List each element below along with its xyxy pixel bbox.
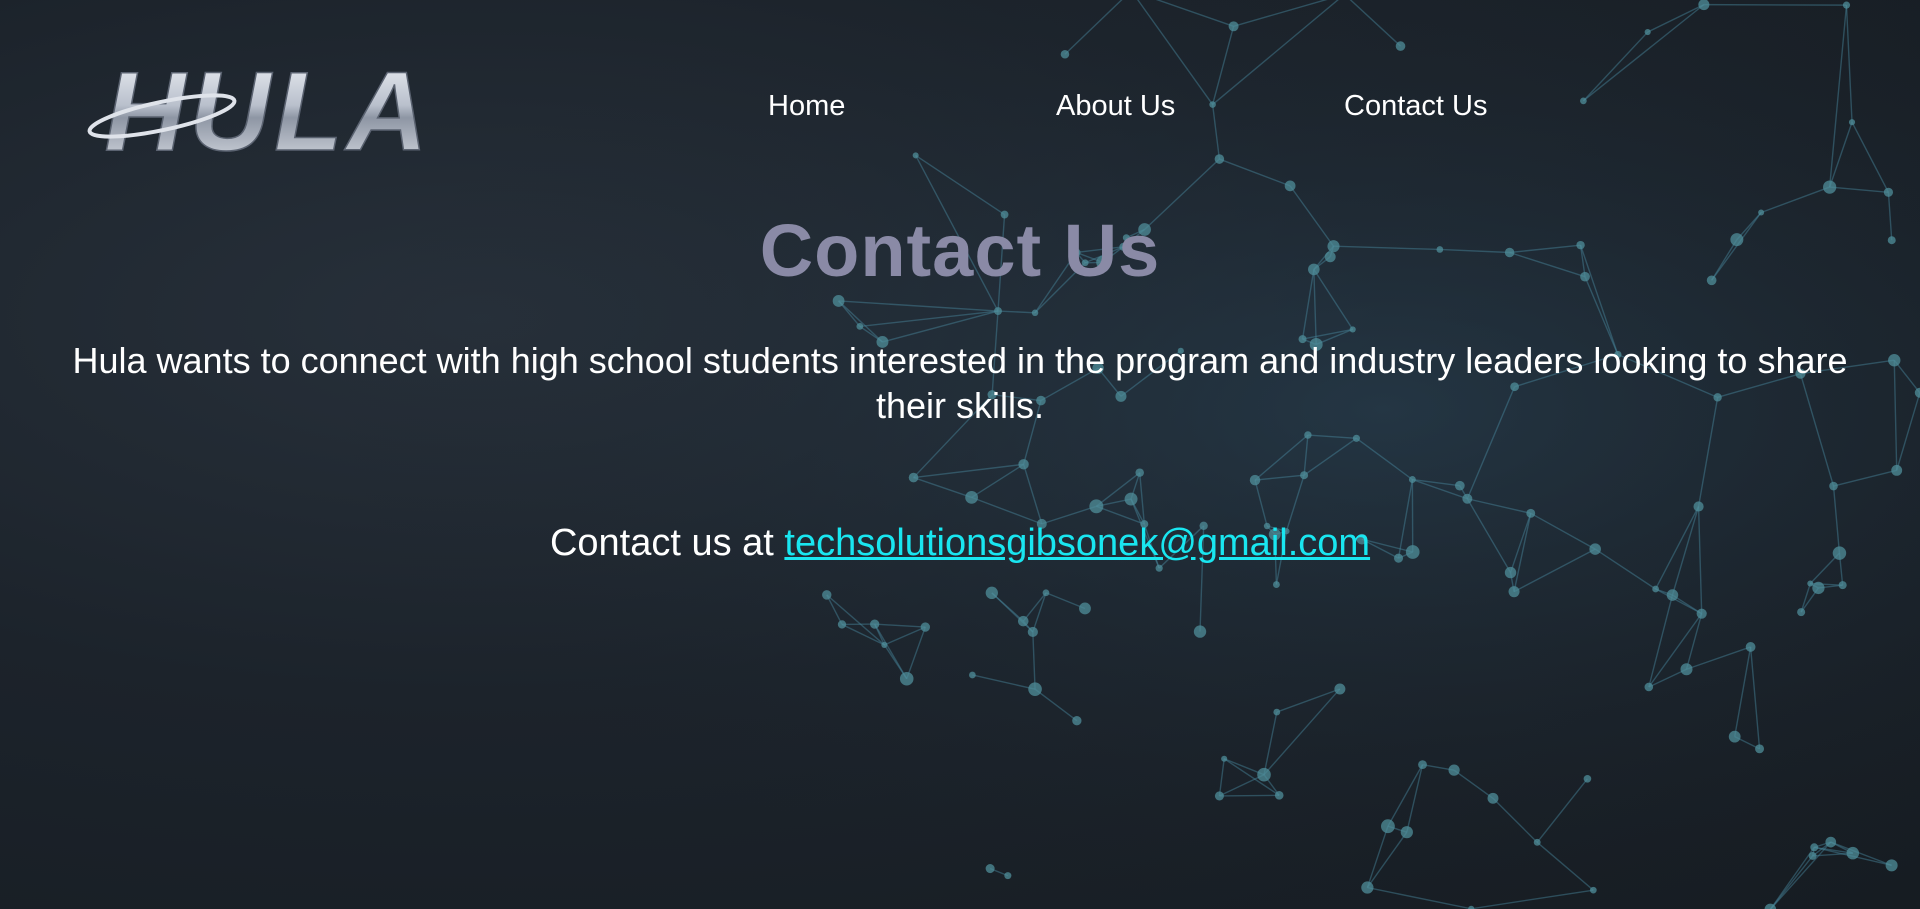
contact-prefix: Contact us at (549, 522, 785, 564)
network-node (1027, 626, 1038, 638)
network-node (1888, 354, 1901, 367)
network-node (908, 472, 919, 483)
network-node (1028, 682, 1042, 696)
network-node (1031, 309, 1039, 317)
network-node (1017, 615, 1029, 627)
network-node (1504, 566, 1517, 579)
network-node (1349, 326, 1356, 333)
network-node (1400, 826, 1413, 839)
network-node (1728, 730, 1741, 743)
site-header: HULA Home About Us Contact Us (0, 0, 1920, 180)
network-node (1079, 602, 1091, 615)
network-node (1846, 846, 1860, 860)
network-node (994, 307, 1002, 315)
network-node (1042, 589, 1050, 597)
network-node (1838, 581, 1847, 590)
network-node (1361, 881, 1374, 894)
network-node (1454, 480, 1465, 491)
network-node (1823, 180, 1837, 194)
network-node (1072, 716, 1082, 726)
network-node (1272, 581, 1280, 588)
network-node (1408, 476, 1416, 484)
network-node (1745, 642, 1756, 652)
network-node (856, 322, 864, 330)
network-node (1221, 755, 1228, 762)
page-title: Contact Us (759, 209, 1161, 292)
network-node (920, 622, 930, 632)
network-node (1334, 683, 1346, 695)
network-node (1352, 434, 1361, 442)
network-node (1526, 508, 1536, 518)
network-node (1696, 608, 1707, 619)
network-node (965, 491, 978, 504)
network-node (1284, 180, 1296, 192)
network-node (1508, 586, 1520, 598)
network-node (1589, 886, 1597, 894)
network-node (881, 641, 888, 648)
network-node (1829, 481, 1838, 491)
network-node (1418, 760, 1427, 770)
network-node (832, 295, 845, 307)
network-node (1812, 581, 1825, 595)
network-node (1680, 663, 1693, 676)
network-node (1644, 682, 1654, 692)
network-node (1018, 459, 1029, 470)
network-node (1462, 493, 1473, 504)
network-node (1273, 708, 1281, 716)
email-link[interactable]: techsolutionsgibsonek@gmail.com (784, 522, 1370, 564)
network-node (1891, 464, 1903, 476)
network-node (1808, 851, 1817, 860)
intro-paragraph: Hula wants to connect with high school s… (72, 340, 1848, 426)
network-node (1300, 471, 1309, 480)
network-node (1274, 790, 1284, 800)
network-node (1214, 791, 1224, 801)
nav-contact-us-link[interactable]: Contact Us (1344, 90, 1487, 123)
network-node (1257, 767, 1271, 782)
network-node (1249, 474, 1261, 486)
hula-logo[interactable]: HULA (80, 58, 456, 162)
network-node (1155, 564, 1163, 572)
network-node (1124, 492, 1138, 506)
network-node (870, 619, 880, 629)
network-node (1666, 589, 1679, 601)
network-node (1810, 843, 1819, 852)
network-link (1219, 794, 1280, 797)
network-node (1807, 580, 1814, 587)
network-node (1533, 838, 1541, 846)
network-node (1135, 468, 1144, 477)
network-node (1193, 625, 1207, 638)
network-node (1583, 774, 1592, 783)
network-node (822, 590, 832, 600)
network-node (969, 671, 976, 679)
network-node (1304, 431, 1312, 439)
network-node (1487, 792, 1499, 804)
nav-about-us-link[interactable]: About Us (1056, 90, 1175, 123)
network-node (1825, 836, 1837, 848)
network-node (837, 620, 847, 629)
network-node (899, 671, 914, 686)
network-node (1883, 187, 1894, 197)
network-node (1004, 872, 1012, 880)
network-node (1089, 499, 1104, 514)
network-node (1797, 608, 1806, 617)
network-node (985, 864, 995, 874)
network-node (1885, 859, 1898, 872)
network-node (1693, 501, 1704, 512)
contact-line: Contact us at techsolutionsgibsonek@gmai… (0, 522, 1920, 565)
network-node (1448, 764, 1460, 776)
svg-text:HULA: HULA (104, 58, 431, 162)
network-node (1381, 819, 1395, 834)
network-node (1652, 585, 1659, 593)
nav-home-link[interactable]: Home (768, 90, 845, 123)
network-node (1755, 744, 1765, 754)
network-node (985, 586, 998, 599)
